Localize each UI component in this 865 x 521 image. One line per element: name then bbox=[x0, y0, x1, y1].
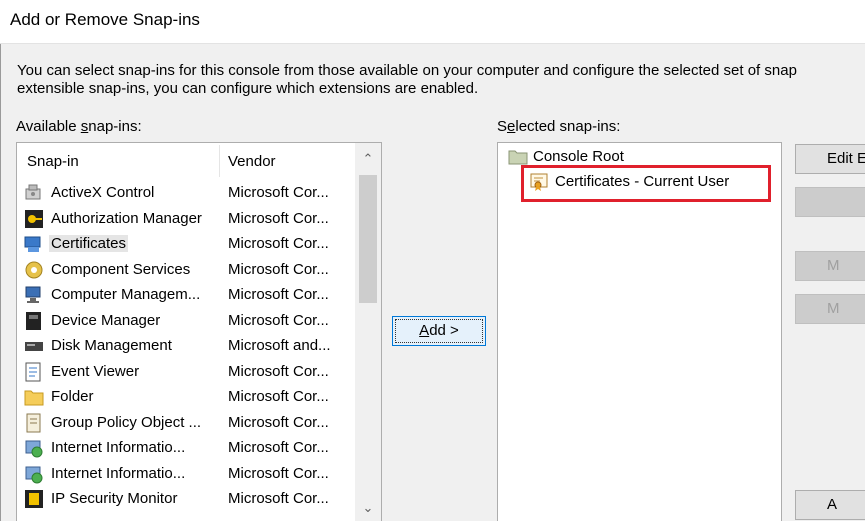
computer-management-icon bbox=[25, 286, 41, 303]
move-down-button[interactable]: M bbox=[795, 294, 865, 324]
component-services-icon bbox=[25, 261, 43, 278]
snapin-name: Group Policy Object ... bbox=[51, 413, 202, 431]
red-highlight-annotation bbox=[521, 165, 771, 202]
snapin-vendor: Microsoft Cor... bbox=[228, 184, 329, 201]
snapin-vendor: Microsoft Cor... bbox=[228, 286, 329, 303]
snapin-name: Certificates bbox=[49, 235, 129, 252]
group-policy-icon bbox=[26, 413, 41, 432]
edit-extensions-button[interactable]: Edit E bbox=[795, 144, 865, 174]
list-item[interactable]: Internet Informatio... Microsoft Cor... bbox=[17, 461, 355, 487]
snapin-vendor: Microsoft Cor... bbox=[228, 209, 329, 227]
snapin-name: IP Security Monitor bbox=[51, 490, 178, 507]
snapin-vendor: Microsoft Cor... bbox=[228, 413, 329, 431]
snapin-name: Component Services bbox=[51, 260, 191, 278]
snapin-vendor: Microsoft Cor... bbox=[228, 464, 329, 482]
disk-management-icon bbox=[25, 342, 43, 351]
list-item[interactable]: Certificates Microsoft Cor... bbox=[17, 231, 355, 257]
list-item[interactable]: Group Policy Object ... Microsoft Cor... bbox=[17, 410, 355, 436]
window-frame bbox=[0, 0, 1, 521]
column-separator[interactable] bbox=[219, 145, 220, 177]
available-snapins-label: Available snap-ins: bbox=[16, 118, 142, 135]
snapin-name: Device Manager bbox=[51, 311, 161, 329]
iis-icon bbox=[25, 466, 43, 483]
snapin-vendor: Microsoft Cor... bbox=[228, 311, 329, 329]
list-item[interactable]: Device Manager Microsoft Cor... bbox=[17, 308, 355, 334]
snapin-name: Internet Informatio... bbox=[51, 464, 186, 482]
title-bar: Add or Remove Snap-ins bbox=[0, 0, 865, 44]
iis-icon bbox=[25, 440, 43, 458]
snapin-vendor: Microsoft Cor... bbox=[228, 235, 329, 252]
snapin-name: Event Viewer bbox=[51, 362, 140, 380]
scrollbar-thumb[interactable] bbox=[359, 175, 377, 303]
list-item[interactable]: Component Services Microsoft Cor... bbox=[17, 257, 355, 283]
snapin-name: Authorization Manager bbox=[51, 209, 202, 227]
authorization-icon bbox=[25, 209, 43, 228]
snapin-vendor: Microsoft and... bbox=[228, 337, 331, 354]
column-header-snapin[interactable]: Snap-in bbox=[27, 153, 79, 170]
snapin-name: Internet Informatio... bbox=[51, 439, 186, 456]
device-manager-icon bbox=[26, 311, 41, 330]
window-title: Add or Remove Snap-ins bbox=[10, 10, 200, 29]
vertical-scrollbar[interactable]: ⌃ ⌄ bbox=[355, 143, 381, 521]
add-button[interactable]: Add > bbox=[392, 316, 486, 346]
focus-rectangle bbox=[395, 319, 483, 343]
folder-icon bbox=[24, 390, 44, 406]
advanced-button[interactable]: A bbox=[795, 490, 865, 520]
snapin-name: Computer Managem... bbox=[51, 286, 201, 303]
description-line-1: You can select snap-ins for this console… bbox=[17, 62, 797, 79]
event-viewer-icon bbox=[25, 362, 41, 381]
snapin-rows: ActiveX Control Microsoft Cor... Authoriza… bbox=[17, 180, 355, 512]
ip-security-icon bbox=[25, 490, 43, 508]
list-item[interactable]: Disk Management Microsoft and... bbox=[17, 333, 355, 359]
snapin-vendor: Microsoft Cor... bbox=[228, 362, 329, 380]
move-up-button[interactable]: M bbox=[795, 251, 865, 281]
snapin-name: Folder bbox=[51, 388, 94, 405]
scroll-up-icon[interactable]: ⌃ bbox=[355, 145, 381, 173]
list-item[interactable]: Folder Microsoft Cor... bbox=[17, 384, 355, 410]
list-item[interactable]: Internet Informatio... Microsoft Cor... bbox=[17, 435, 355, 461]
list-item[interactable]: Authorization Manager Microsoft Cor... bbox=[17, 206, 355, 232]
remove-button[interactable] bbox=[795, 187, 865, 217]
list-item[interactable]: IP Security Monitor Microsoft Cor... bbox=[17, 486, 355, 512]
activex-icon bbox=[25, 184, 41, 200]
column-header-vendor[interactable]: Vendor bbox=[228, 153, 276, 170]
available-snapins-list[interactable]: Snap-in Vendor ActiveX Control Microsoft … bbox=[16, 142, 382, 521]
description-text: You can select snap-ins for this console… bbox=[17, 62, 865, 98]
certificates-icon bbox=[24, 236, 41, 252]
snapin-vendor: Microsoft Cor... bbox=[228, 388, 329, 405]
list-header: Snap-in Vendor bbox=[17, 143, 355, 179]
snapin-name: ActiveX Control bbox=[51, 184, 155, 201]
selected-snapins-label: Selected snap-ins: bbox=[497, 118, 621, 135]
list-item[interactable]: Computer Managem... Microsoft Cor... bbox=[17, 282, 355, 308]
snapin-vendor: Microsoft Cor... bbox=[228, 439, 329, 456]
list-item[interactable]: ActiveX Control Microsoft Cor... bbox=[17, 180, 355, 206]
list-item[interactable]: Event Viewer Microsoft Cor... bbox=[17, 359, 355, 385]
snapin-name: Disk Management bbox=[51, 337, 172, 354]
snapin-vendor: Microsoft Cor... bbox=[228, 490, 329, 507]
scroll-down-icon[interactable]: ⌄ bbox=[355, 494, 381, 521]
console-root-folder-icon bbox=[508, 150, 528, 165]
description-line-2: extensible snap-ins, you can configure w… bbox=[17, 80, 479, 97]
snapin-vendor: Microsoft Cor... bbox=[228, 260, 329, 278]
